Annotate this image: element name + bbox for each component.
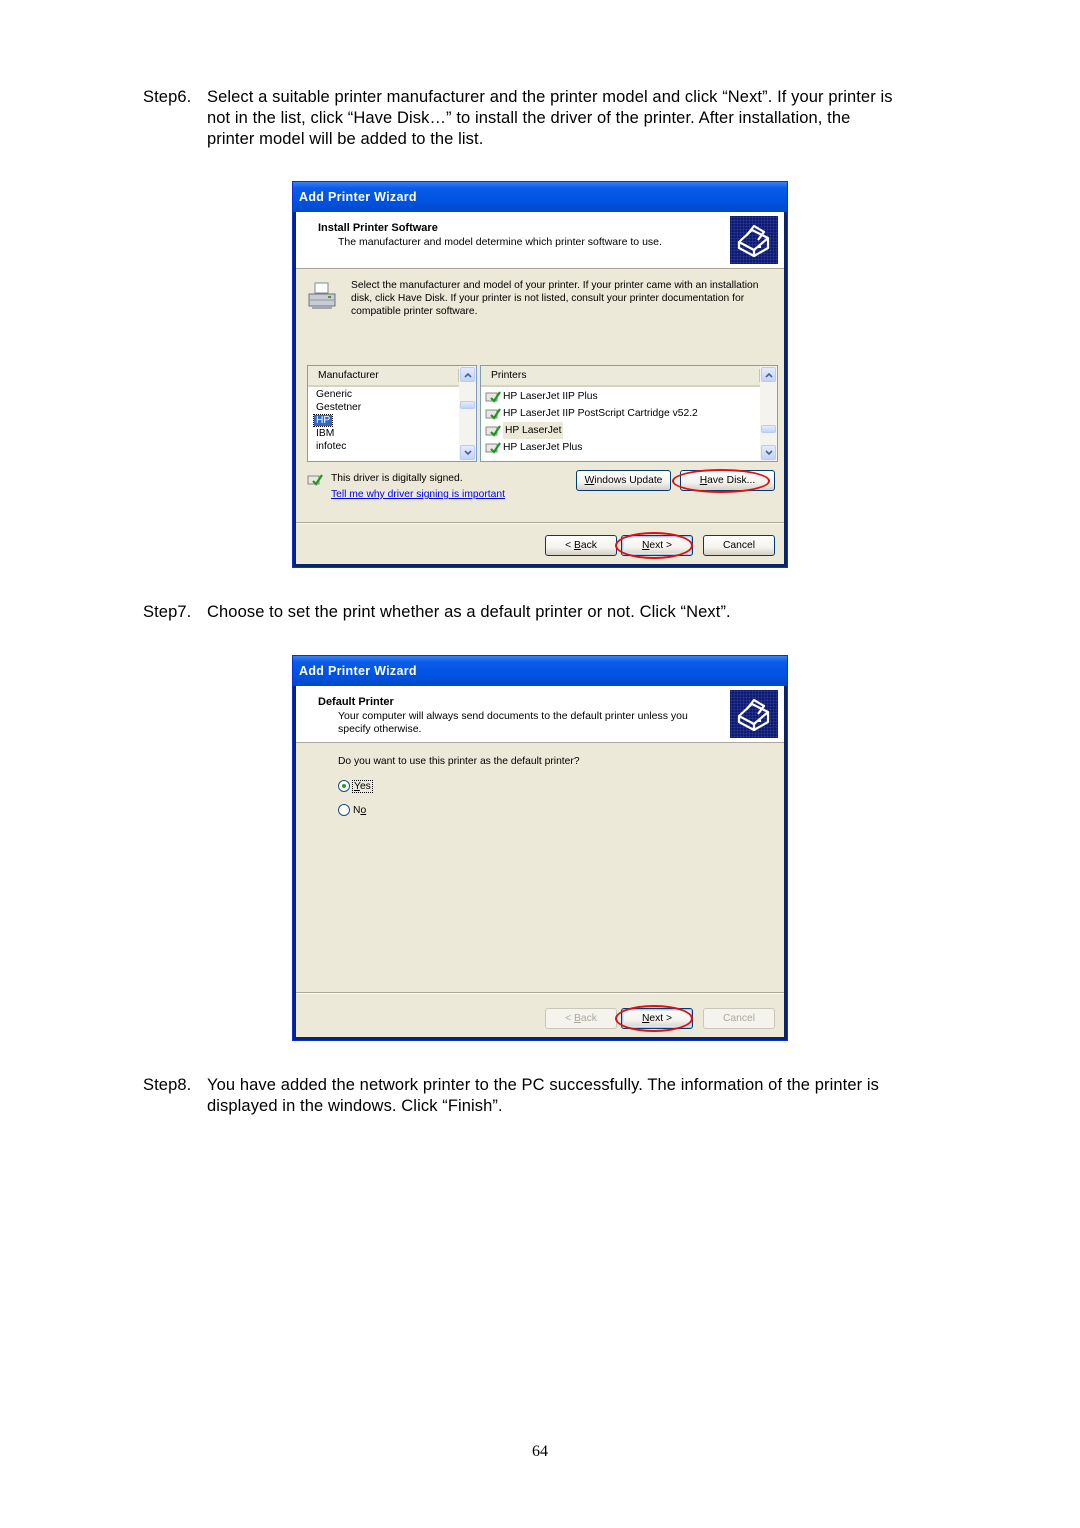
manufacturer-item[interactable]: Generic xyxy=(308,388,459,401)
manufacturer-list[interactable]: Manufacturer Generic Gestetner HP IBM in… xyxy=(307,365,477,462)
signed-driver-icon xyxy=(485,424,501,437)
header-subtitle: Your computer will always send documents… xyxy=(338,710,688,735)
scroll-up-button[interactable] xyxy=(460,367,475,382)
printer-item-selected[interactable]: HP LaserJet xyxy=(481,422,760,439)
next-button[interactable]: Next > xyxy=(621,1008,693,1029)
back-button[interactable]: < Back xyxy=(545,535,617,556)
header-subtitle: The manufacturer and model determine whi… xyxy=(338,236,662,248)
wizard-header: Install Printer Software The manufacture… xyxy=(296,212,784,269)
printer-icon xyxy=(306,280,338,317)
back-button[interactable]: < Back xyxy=(545,1008,617,1029)
step-text-line: Choose to set the print whether as a def… xyxy=(207,603,731,621)
next-button[interactable]: Next > xyxy=(621,535,693,556)
step-number: Step7. xyxy=(143,603,192,621)
scroll-down-button[interactable] xyxy=(761,445,776,460)
step-8-instructions: Step8. You have added the network printe… xyxy=(143,1075,1003,1117)
cancel-button[interactable]: Cancel xyxy=(703,1008,775,1029)
radio-no[interactable]: No xyxy=(338,804,366,816)
add-printer-wizard-install-software: Add Printer Wizard Install Printer Softw… xyxy=(292,181,788,568)
manufacturer-scrollbar[interactable] xyxy=(459,366,476,461)
radio-button-selected[interactable] xyxy=(338,780,350,792)
printer-icon xyxy=(730,690,778,738)
radio-yes[interactable]: Yes xyxy=(338,779,373,793)
printer-model-list[interactable]: Printers HP LaserJet IIP Plus HP LaserJe… xyxy=(480,365,778,462)
cancel-button[interactable]: Cancel xyxy=(703,535,775,556)
scroll-thumb[interactable] xyxy=(460,401,475,409)
printer-icon xyxy=(730,216,778,264)
page-number: 64 xyxy=(532,1443,548,1460)
manufacturer-item-selected[interactable]: HP xyxy=(308,414,459,427)
driver-signing-link[interactable]: Tell me why driver signing is important xyxy=(331,489,505,500)
radio-button[interactable] xyxy=(338,804,350,816)
step-number: Step8. xyxy=(143,1076,192,1094)
manufacturer-item[interactable]: Gestetner xyxy=(308,401,459,414)
driver-signing-info: This driver is digitally signed. Tell me… xyxy=(307,473,505,500)
signed-driver-icon xyxy=(307,474,323,486)
printer-item[interactable]: HP LaserJet Plus xyxy=(481,439,760,456)
have-disk-button[interactable]: Have Disk... xyxy=(680,470,775,491)
printers-scrollbar[interactable] xyxy=(760,366,777,461)
intro-text: Select the manufacturer and model of you… xyxy=(351,280,759,317)
manufacturer-item[interactable]: infotec xyxy=(308,440,459,453)
step-text-line: You have added the network printer to th… xyxy=(207,1076,880,1094)
window-title: Add Printer Wizard xyxy=(293,656,787,686)
manufacturer-item[interactable]: IBM xyxy=(308,427,459,440)
printers-column-header[interactable]: Printers xyxy=(481,366,760,387)
divider xyxy=(296,992,784,994)
step-text-line: printer model will be added to the list. xyxy=(207,130,484,148)
default-printer-question: Do you want to use this printer as the d… xyxy=(338,756,580,767)
scroll-thumb[interactable] xyxy=(761,425,776,433)
signed-driver-icon xyxy=(485,390,501,403)
step-number: Step6. xyxy=(143,88,192,106)
step-6-instructions: Step6. Select a suitable printer manufac… xyxy=(143,87,1003,150)
windows-update-button[interactable]: Windows Update xyxy=(576,470,671,491)
signed-text: This driver is digitally signed. xyxy=(331,473,463,484)
step-text-line: not in the list, click “Have Disk…” to i… xyxy=(207,109,851,127)
wizard-header: Default Printer Your computer will alway… xyxy=(296,686,784,743)
manufacturer-column-header[interactable]: Manufacturer xyxy=(308,366,459,387)
add-printer-wizard-default-printer: Add Printer Wizard Default Printer Your … xyxy=(292,655,788,1041)
scroll-up-button[interactable] xyxy=(761,367,776,382)
step-text-line: displayed in the windows. Click “Finish”… xyxy=(207,1097,503,1115)
printer-item[interactable]: HP LaserJet IIP Plus xyxy=(481,388,760,405)
window-title: Add Printer Wizard xyxy=(293,182,787,212)
signed-driver-icon xyxy=(485,407,501,420)
divider xyxy=(296,522,784,524)
printer-item[interactable]: HP LaserJet IIP PostScript Cartridge v52… xyxy=(481,405,760,422)
signed-driver-icon xyxy=(485,441,501,454)
step-text-line: Select a suitable printer manufacturer a… xyxy=(207,88,893,106)
header-title: Default Printer xyxy=(318,696,394,708)
step-7-instructions: Step7. Choose to set the print whether a… xyxy=(143,602,1003,623)
scroll-down-button[interactable] xyxy=(460,445,475,460)
header-title: Install Printer Software xyxy=(318,222,438,234)
